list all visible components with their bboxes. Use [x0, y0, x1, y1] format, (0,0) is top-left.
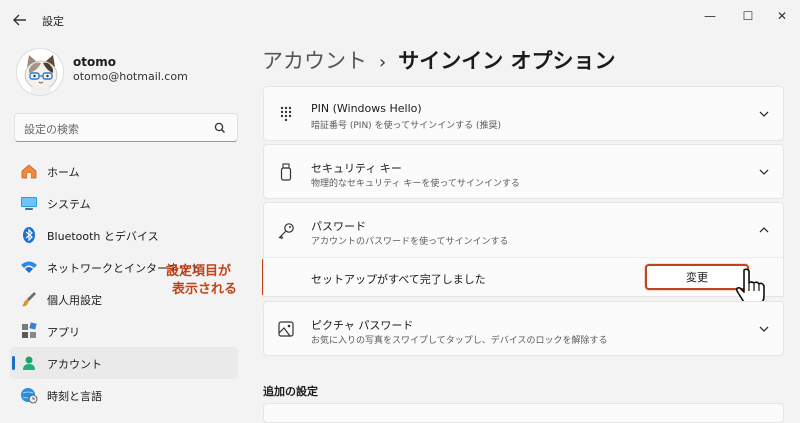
- annotation-text-line1: 設定項目が: [166, 264, 232, 279]
- sidebar-item-label: アカウント: [47, 358, 102, 371]
- network-icon: [21, 261, 37, 273]
- chevron-down-icon[interactable]: [757, 322, 771, 336]
- close-button[interactable]: ✕: [767, 6, 797, 26]
- system-icon: [21, 197, 37, 210]
- option-card-pin[interactable]: PIN (Windows Hello) 暗証番号 (PIN) を使ってサインイン…: [263, 86, 784, 141]
- option-description: 物理的なセキュリティ キーを使ってサインインする: [311, 179, 520, 189]
- sidebar-item-label: 個人用設定: [47, 294, 102, 307]
- arrow-left-icon: [13, 14, 26, 26]
- sidebar-item-home[interactable]: ホーム: [10, 155, 238, 187]
- cat-avatar-icon: [17, 49, 63, 95]
- option-title: パスワード: [311, 220, 366, 233]
- picture-icon: [278, 321, 294, 337]
- option-description: アカウントのパスワードを使ってサインインする: [311, 237, 509, 247]
- user-name: otomo: [73, 55, 116, 69]
- option-description: お気に入りの写真をスワイプしてタップし、デバイスのロックを解除する: [311, 336, 608, 346]
- sidebar-item-label: アプリ: [47, 326, 80, 339]
- option-title: PIN (Windows Hello): [311, 102, 422, 115]
- breadcrumb: アカウント › サインイン オプション: [262, 45, 616, 75]
- title-bar: 設定 — ☐ ✕: [0, 0, 800, 40]
- option-title: セキュリティ キー: [311, 162, 402, 175]
- account-icon: [23, 356, 35, 370]
- selection-indicator: [12, 356, 15, 370]
- maximize-button[interactable]: ☐: [733, 6, 763, 26]
- password-setup-row: セットアップがすべて完了しました 変更: [263, 257, 784, 297]
- annotation-callout: 設定項目が 表示される: [166, 258, 262, 298]
- sidebar-item-label: 時刻と言語: [47, 390, 102, 403]
- search-placeholder: 設定の検索: [24, 123, 79, 136]
- sidebar-item-accounts[interactable]: アカウント: [10, 347, 238, 379]
- chevron-down-icon[interactable]: [757, 165, 771, 179]
- sidebar-item-label: ホーム: [47, 166, 80, 179]
- option-card-security-key[interactable]: セキュリティ キー 物理的なセキュリティ キーを使ってサインインする: [263, 144, 784, 199]
- user-email: otomo@hotmail.com: [73, 70, 188, 83]
- section-title-additional: 追加の設定: [263, 385, 318, 398]
- chevron-down-icon[interactable]: [757, 107, 771, 121]
- globe-clock-icon: [21, 388, 38, 404]
- usb-key-icon: [280, 163, 292, 181]
- sidebar-item-apps[interactable]: アプリ: [10, 315, 238, 347]
- back-button[interactable]: [10, 10, 30, 30]
- minimize-button[interactable]: —: [695, 6, 725, 26]
- password-status-text: セットアップがすべて完了しました: [311, 273, 486, 286]
- settings-search-input[interactable]: 設定の検索: [14, 113, 238, 142]
- sidebar-item-bluetooth[interactable]: Bluetooth とデバイス: [10, 219, 238, 251]
- option-card-password[interactable]: パスワード アカウントのパスワードを使ってサインインする: [263, 202, 784, 258]
- brush-icon: [22, 292, 36, 307]
- bluetooth-icon: [23, 227, 35, 243]
- option-card-picture-password[interactable]: ピクチャ パスワード お気に入りの写真をスワイプしてタップし、デバイスのロックを…: [263, 301, 784, 356]
- sidebar-item-label: システム: [47, 198, 91, 211]
- apps-icon: [22, 322, 37, 338]
- chevron-up-icon[interactable]: [757, 223, 771, 237]
- sidebar-item-time-language[interactable]: 時刻と言語: [10, 379, 238, 411]
- page-title: サインイン オプション: [398, 49, 616, 73]
- search-icon: [214, 122, 225, 133]
- app-title: 設定: [42, 15, 64, 28]
- additional-settings-card[interactable]: [263, 403, 784, 423]
- annotation-text-line2: 表示される: [172, 282, 238, 297]
- sidebar-item-system[interactable]: システム: [10, 187, 238, 219]
- breadcrumb-parent[interactable]: アカウント: [262, 49, 367, 73]
- breadcrumb-separator: ›: [379, 52, 387, 73]
- key-icon: [278, 223, 294, 240]
- option-title: ピクチャ パスワード: [311, 319, 414, 332]
- home-icon: [21, 164, 37, 179]
- sidebar-item-label: Bluetooth とデバイス: [47, 230, 159, 243]
- avatar[interactable]: [16, 48, 64, 96]
- option-description: 暗証番号 (PIN) を使ってサインインする (推奨): [311, 121, 501, 131]
- keypad-icon: [280, 106, 292, 122]
